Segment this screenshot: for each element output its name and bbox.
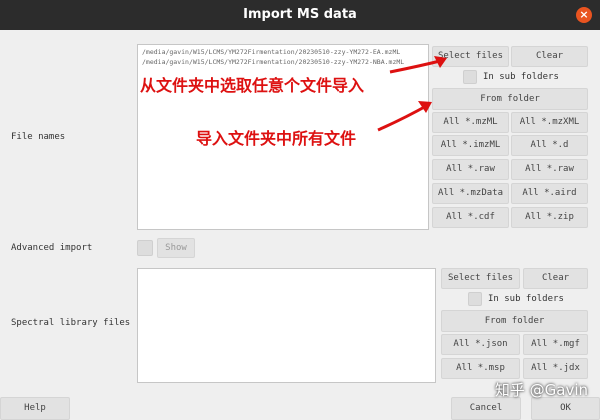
all-raw-button-2[interactable]: All *.raw (511, 159, 588, 180)
close-icon[interactable]: × (576, 7, 592, 23)
all-mzdata-button[interactable]: All *.mzData (432, 183, 509, 204)
select-files-annotation: 从文件夹中选取任意个文件导入 (140, 76, 365, 95)
all-msp-button[interactable]: All *.msp (441, 358, 520, 379)
library-clear-button[interactable]: Clear (523, 268, 588, 289)
library-select-files-button[interactable]: Select files (441, 268, 520, 289)
window-title: Import MS data (243, 7, 357, 22)
all-d-button[interactable]: All *.d (511, 135, 588, 156)
all-json-button[interactable]: All *.json (441, 334, 520, 355)
all-cdf-button[interactable]: All *.cdf (432, 207, 509, 228)
help-button[interactable]: Help (0, 397, 70, 420)
show-button[interactable]: Show (157, 238, 195, 258)
all-zip-button[interactable]: All *.zip (511, 207, 588, 228)
spectral-library-list[interactable] (137, 268, 436, 383)
ok-button[interactable]: OK (531, 397, 600, 420)
all-mgf-button[interactable]: All *.mgf (523, 334, 588, 355)
all-imzml-button[interactable]: All *.imzML (432, 135, 509, 156)
all-mzml-button[interactable]: All *.mzML (432, 112, 509, 133)
advanced-import-label: Advanced import (11, 243, 93, 253)
all-raw-button[interactable]: All *.raw (432, 159, 509, 180)
select-files-button[interactable]: Select files (432, 46, 509, 67)
advanced-import-checkbox[interactable] (137, 240, 153, 256)
in-sub-folders-label: In sub folders (483, 72, 559, 82)
all-aird-button[interactable]: All *.aird (511, 183, 588, 204)
file-path-item[interactable]: /media/gavin/W15/LCMS/YM272Firmentation/… (138, 45, 428, 57)
library-from-folder-button[interactable]: From folder (441, 310, 588, 332)
in-sub-folders-checkbox[interactable] (463, 70, 477, 84)
watermark: 知乎 @Gavin (494, 381, 588, 399)
library-in-sub-folders-checkbox[interactable] (468, 292, 482, 306)
all-jdx-button[interactable]: All *.jdx (523, 358, 588, 379)
from-folder-annotation: 导入文件夹中所有文件 (196, 129, 357, 148)
cancel-button[interactable]: Cancel (451, 397, 521, 420)
spectral-library-label: Spectral library files (11, 318, 131, 328)
from-folder-button[interactable]: From folder (432, 88, 588, 110)
file-names-label: File names (11, 132, 66, 142)
all-mzxml-button[interactable]: All *.mzXML (511, 112, 588, 133)
clear-button[interactable]: Clear (511, 46, 588, 67)
title-bar: Import MS data × (0, 0, 600, 30)
library-in-sub-folders-label: In sub folders (488, 294, 564, 304)
file-path-item[interactable]: /media/gavin/W15/LCMS/YM272Firmentation/… (138, 57, 428, 67)
